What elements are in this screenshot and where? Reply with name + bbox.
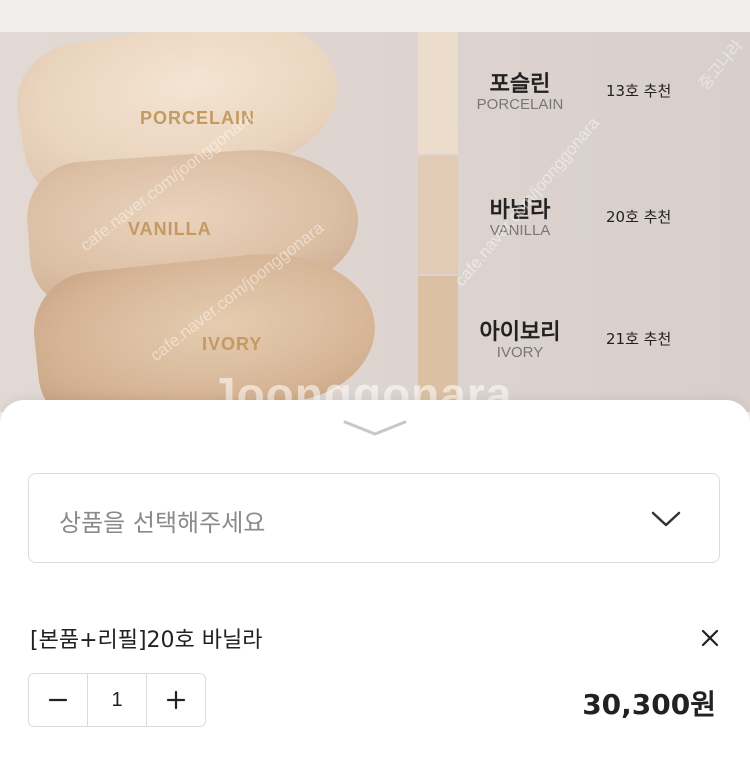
top-strip (0, 0, 750, 32)
handle-chevron-icon[interactable] (343, 418, 407, 438)
select-placeholder: 상품을 선택해주세요 (59, 509, 266, 537)
shade-recommendation: 13호 추천 (606, 82, 672, 100)
swatch-label-ivory: IVORY (202, 334, 263, 354)
option-bottom-sheet: 상품을 선택해주세요 [본품+리필]20호 바닐라 1 30,300원 (0, 400, 750, 776)
shade-row-ivory: 아이보리 IVORY 21호 추천 (470, 314, 750, 374)
option-price: 30,300원 (582, 688, 716, 721)
minus-icon (48, 698, 68, 702)
shade-recommendation: 21호 추천 (606, 330, 672, 348)
shade-name-kr: 포슬린 (489, 72, 551, 97)
shade-name-en: PORCELAIN (476, 96, 564, 113)
plus-icon (166, 690, 186, 710)
shade-name-kr: 아이보리 (479, 320, 561, 345)
product-select[interactable]: 상품을 선택해주세요 (28, 473, 720, 563)
quantity-stepper: 1 (28, 673, 206, 727)
quantity-value[interactable]: 1 (87, 674, 147, 726)
chevron-down-icon (651, 511, 681, 527)
swatch-label-vanilla: VANILLA (128, 219, 212, 239)
decrease-button[interactable] (29, 674, 87, 726)
product-image: PORCELAIN VANILLA IVORY 포슬린 PORCELAIN 13… (0, 32, 750, 412)
shade-recommendation: 20호 추천 (606, 208, 672, 226)
selected-option-name: [본품+리필]20호 바닐라 (30, 628, 263, 653)
shade-color-porcelain (418, 32, 458, 154)
shade-name-en: IVORY (496, 344, 544, 361)
shade-color-vanilla (418, 156, 458, 274)
close-icon[interactable] (698, 626, 722, 650)
increase-button[interactable] (147, 674, 205, 726)
